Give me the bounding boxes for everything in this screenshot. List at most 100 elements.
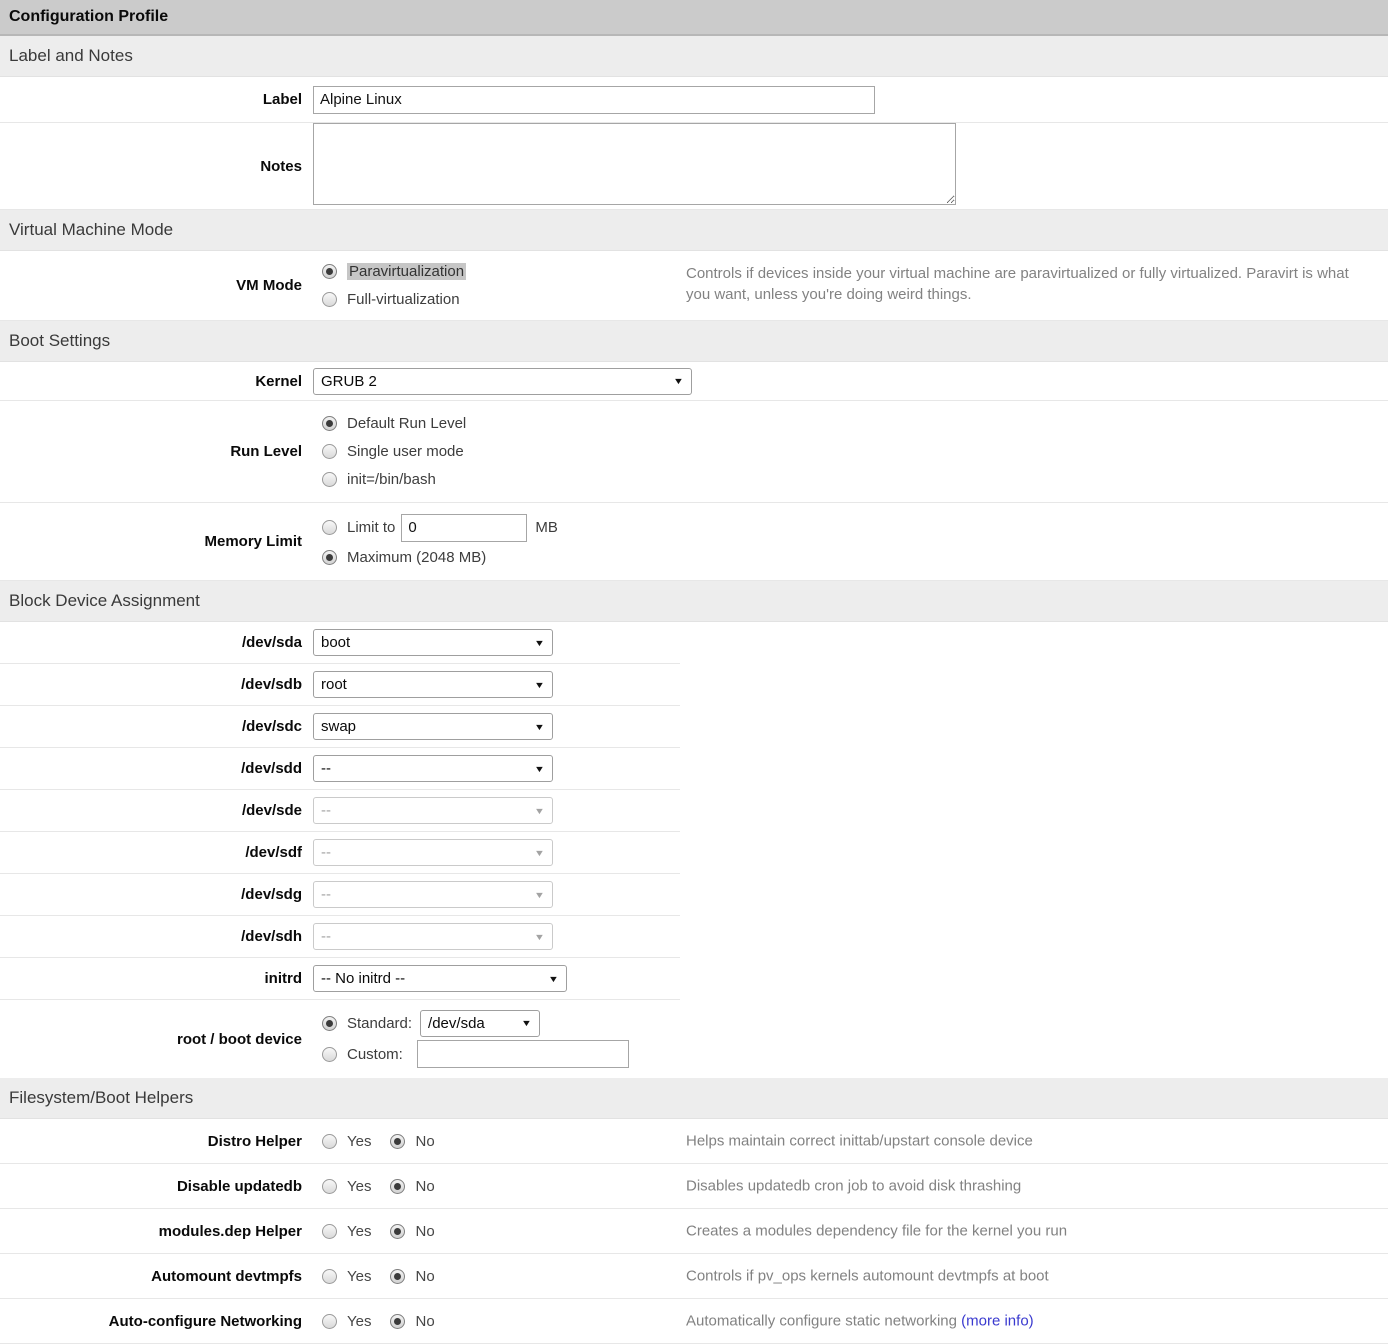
device-label: /dev/sde (0, 802, 302, 819)
memory-unit-label: MB (535, 519, 558, 536)
device-label: /dev/sdc (0, 718, 302, 735)
yes-label[interactable]: Yes (347, 1133, 371, 1150)
helper-help-text: Automatically configure static networkin… (686, 1311, 1376, 1332)
radio-no[interactable] (390, 1179, 405, 1194)
no-label[interactable]: No (415, 1223, 434, 1240)
vm-mode-help-text: Controls if devices inside your virtual … (686, 263, 1376, 305)
radio-full-virtualization[interactable] (322, 292, 337, 307)
vm-mode-option-paravirtualization[interactable]: Paravirtualization (313, 258, 466, 286)
chevron-down-icon: ▼ (521, 1018, 532, 1028)
block-device-row-sdf: /dev/sdf -- ▼ (0, 832, 680, 874)
device-label: /dev/sdb (0, 676, 302, 693)
run-level-row: Run Level Default Run Level Single user … (0, 401, 1388, 503)
run-level-option-single-user[interactable]: Single user mode (313, 438, 466, 466)
label-input[interactable] (313, 86, 875, 114)
radio-yes[interactable] (322, 1224, 337, 1239)
radio-label[interactable]: Paravirtualization (347, 263, 466, 280)
kernel-select[interactable]: GRUB 2 ▼ (313, 368, 692, 395)
vm-mode-row: VM Mode Paravirtualization Full-virtuali… (0, 251, 1388, 321)
radio-no[interactable] (390, 1314, 405, 1329)
root-device-option-standard[interactable]: Standard: /dev/sda ▼ (313, 1008, 629, 1038)
device-sde-select: -- ▼ (313, 797, 553, 824)
helper-row-distro-helper: Distro Helper Yes No Helps maintain corr… (0, 1119, 1388, 1164)
no-label[interactable]: No (415, 1133, 434, 1150)
select-value: swap (321, 718, 356, 735)
limit-to-label[interactable]: Limit to (347, 519, 395, 536)
radio-no[interactable] (390, 1134, 405, 1149)
device-sdf-select: -- ▼ (313, 839, 553, 866)
yes-label[interactable]: Yes (347, 1313, 371, 1330)
yes-label[interactable]: Yes (347, 1178, 371, 1195)
radio-default-run-level[interactable] (322, 416, 337, 431)
radio-init-bin-bash[interactable] (322, 472, 337, 487)
radio-maximum[interactable] (322, 550, 337, 565)
radio-no[interactable] (390, 1269, 405, 1284)
vm-mode-label: VM Mode (0, 277, 302, 294)
custom-device-input[interactable] (417, 1040, 629, 1068)
maximum-label[interactable]: Maximum (2048 MB) (347, 549, 486, 566)
run-level-option-default[interactable]: Default Run Level (313, 410, 466, 438)
radio-label[interactable]: Single user mode (347, 443, 464, 460)
custom-label[interactable]: Custom: (347, 1046, 403, 1063)
block-device-row-sdb: /dev/sdb root ▼ (0, 664, 680, 706)
section-title: Label and Notes (9, 46, 133, 66)
radio-standard[interactable] (322, 1016, 337, 1031)
device-sdd-select[interactable]: -- ▼ (313, 755, 553, 782)
radio-label[interactable]: init=/bin/bash (347, 471, 436, 488)
device-sdc-select[interactable]: swap ▼ (313, 713, 553, 740)
device-sdb-select[interactable]: root ▼ (313, 671, 553, 698)
device-sdg-select: -- ▼ (313, 881, 553, 908)
radio-yes[interactable] (322, 1179, 337, 1194)
radio-limit-to[interactable] (322, 520, 337, 535)
helper-help-text: Controls if pv_ops kernels automount dev… (686, 1266, 1376, 1287)
yes-label[interactable]: Yes (347, 1268, 371, 1285)
radio-paravirtualization[interactable] (322, 264, 337, 279)
select-value: -- (321, 928, 331, 945)
page-title: Configuration Profile (9, 8, 168, 26)
no-label[interactable]: No (415, 1313, 434, 1330)
memory-limit-input[interactable] (401, 514, 527, 542)
select-value: boot (321, 634, 350, 651)
chevron-down-icon: ▼ (548, 974, 559, 984)
no-label[interactable]: No (415, 1268, 434, 1285)
standard-device-select[interactable]: /dev/sda ▼ (420, 1010, 540, 1037)
radio-label[interactable]: Default Run Level (347, 415, 466, 432)
more-info-link[interactable]: (more info) (961, 1313, 1034, 1330)
helper-row-modules-dep: modules.dep Helper Yes No Creates a modu… (0, 1209, 1388, 1254)
root-device-option-custom[interactable]: Custom: (313, 1038, 629, 1070)
helper-label: Distro Helper (0, 1133, 302, 1150)
no-label[interactable]: No (415, 1178, 434, 1195)
memory-limit-option-limit[interactable]: Limit to MB (313, 512, 558, 544)
helper-label: modules.dep Helper (0, 1223, 302, 1240)
helper-row-automount-devtmpfs: Automount devtmpfs Yes No Controls if pv… (0, 1254, 1388, 1299)
section-header-boot-settings: Boot Settings (0, 321, 1388, 362)
radio-no[interactable] (390, 1224, 405, 1239)
initrd-row: initrd -- No initrd -- ▼ (0, 958, 680, 1000)
notes-textarea[interactable] (313, 123, 956, 205)
radio-yes[interactable] (322, 1314, 337, 1329)
radio-yes[interactable] (322, 1134, 337, 1149)
initrd-label: initrd (0, 970, 302, 987)
radio-custom[interactable] (322, 1047, 337, 1062)
radio-single-user-mode[interactable] (322, 444, 337, 459)
run-level-label: Run Level (0, 443, 302, 460)
radio-yes[interactable] (322, 1269, 337, 1284)
device-label: /dev/sdd (0, 760, 302, 777)
yes-label[interactable]: Yes (347, 1223, 371, 1240)
section-header-label-and-notes: Label and Notes (0, 36, 1388, 77)
helper-help-text: Helps maintain correct inittab/upstart c… (686, 1131, 1376, 1152)
run-level-option-init-bash[interactable]: init=/bin/bash (313, 466, 466, 494)
helper-label: Automount devtmpfs (0, 1268, 302, 1285)
device-label: /dev/sda (0, 634, 302, 651)
device-sda-select[interactable]: boot ▼ (313, 629, 553, 656)
radio-label[interactable]: Full-virtualization (347, 291, 460, 308)
memory-limit-option-maximum[interactable]: Maximum (2048 MB) (313, 544, 558, 572)
initrd-select[interactable]: -- No initrd -- ▼ (313, 965, 567, 992)
section-title: Boot Settings (9, 331, 110, 351)
helper-label: Auto-configure Networking (0, 1313, 302, 1330)
vm-mode-option-full-virtualization[interactable]: Full-virtualization (313, 286, 466, 314)
standard-label[interactable]: Standard: (347, 1015, 412, 1032)
block-device-row-sde: /dev/sde -- ▼ (0, 790, 680, 832)
helper-row-auto-configure-networking: Auto-configure Networking Yes No Automat… (0, 1299, 1388, 1344)
device-label: /dev/sdh (0, 928, 302, 945)
